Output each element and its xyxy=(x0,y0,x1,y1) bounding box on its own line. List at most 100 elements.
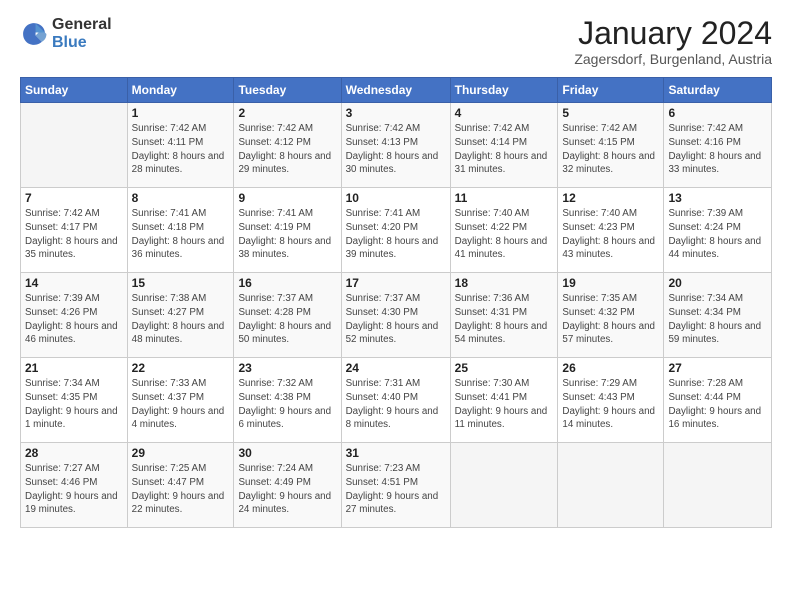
cell-day-number: 31 xyxy=(346,446,446,460)
calendar-cell: 30 Sunrise: 7:24 AMSunset: 4:49 PMDayligh… xyxy=(234,443,341,528)
weekday-header: Monday xyxy=(127,78,234,103)
cell-info: Sunrise: 7:41 AMSunset: 4:18 PMDaylight:… xyxy=(132,207,230,262)
cell-day-number: 8 xyxy=(132,191,230,205)
cell-day-number: 28 xyxy=(25,446,123,460)
cell-info: Sunrise: 7:42 AMSunset: 4:12 PMDaylight:… xyxy=(238,122,336,177)
calendar-cell xyxy=(450,443,558,528)
cell-day-number: 27 xyxy=(668,361,767,375)
calendar-week-row: 7 Sunrise: 7:42 AMSunset: 4:17 PMDaylight… xyxy=(21,188,772,273)
calendar-cell: 16Sunrise: 7:37 AMSunset: 4:28 PMDayligh… xyxy=(234,273,341,358)
cell-info: Sunrise: 7:31 AMSunset: 4:40 PMDaylight:… xyxy=(346,377,446,432)
calendar-week-row: 28 Sunrise: 7:27 AMSunset: 4:46 PMDayligh… xyxy=(21,443,772,528)
calendar-cell: 9 Sunrise: 7:41 AMSunset: 4:19 PMDaylight… xyxy=(234,188,341,273)
weekday-header: Sunday xyxy=(21,78,128,103)
calendar-cell: 13 Sunrise: 7:39 AMSunset: 4:24 PMDayligh… xyxy=(664,188,772,273)
cell-info: Sunrise: 7:30 AMSunset: 4:41 PMDaylight:… xyxy=(455,377,554,432)
calendar-cell: 4 Sunrise: 7:42 AMSunset: 4:14 PMDaylight… xyxy=(450,103,558,188)
cell-day-number: 16 xyxy=(238,276,336,290)
cell-info: Sunrise: 7:42 AMSunset: 4:13 PMDaylight:… xyxy=(346,122,446,177)
cell-info: Sunrise: 7:32 AMSunset: 4:38 PMDaylight:… xyxy=(238,377,336,432)
cell-info: Sunrise: 7:40 AMSunset: 4:22 PMDaylight:… xyxy=(455,207,554,262)
cell-day-number: 20 xyxy=(668,276,767,290)
cell-day-number: 9 xyxy=(238,191,336,205)
calendar-cell: 21Sunrise: 7:34 AMSunset: 4:35 PMDayligh… xyxy=(21,358,128,443)
calendar-cell: 1 Sunrise: 7:42 AMSunset: 4:11 PMDaylight… xyxy=(127,103,234,188)
cell-day-number: 6 xyxy=(668,106,767,120)
cell-info: Sunrise: 7:42 AMSunset: 4:15 PMDaylight:… xyxy=(562,122,659,177)
calendar-cell: 18 Sunrise: 7:36 AMSunset: 4:31 PMDayligh… xyxy=(450,273,558,358)
cell-day-number: 23 xyxy=(238,361,336,375)
logo-text: General Blue xyxy=(52,16,112,51)
logo: General Blue xyxy=(20,16,112,51)
cell-day-number: 17 xyxy=(346,276,446,290)
cell-info: Sunrise: 7:39 AMSunset: 4:24 PMDaylight:… xyxy=(668,207,767,262)
calendar-header-row: SundayMondayTuesdayWednesdayThursdayFrid… xyxy=(21,78,772,103)
calendar-cell: 14Sunrise: 7:39 AMSunset: 4:26 PMDayligh… xyxy=(21,273,128,358)
calendar-cell: 3 Sunrise: 7:42 AMSunset: 4:13 PMDaylight… xyxy=(341,103,450,188)
cell-info: Sunrise: 7:34 AMSunset: 4:35 PMDaylight:… xyxy=(25,377,123,432)
logo-blue-label: Blue xyxy=(52,34,112,52)
logo-icon xyxy=(20,20,48,48)
calendar: SundayMondayTuesdayWednesdayThursdayFrid… xyxy=(20,77,772,528)
calendar-cell xyxy=(664,443,772,528)
calendar-cell xyxy=(21,103,128,188)
cell-day-number: 22 xyxy=(132,361,230,375)
calendar-cell: 19 Sunrise: 7:35 AMSunset: 4:32 PMDayligh… xyxy=(558,273,664,358)
cell-day-number: 2 xyxy=(238,106,336,120)
calendar-cell: 22 Sunrise: 7:33 AMSunset: 4:37 PMDayligh… xyxy=(127,358,234,443)
calendar-cell: 5Sunrise: 7:42 AMSunset: 4:15 PMDaylight… xyxy=(558,103,664,188)
cell-info: Sunrise: 7:36 AMSunset: 4:31 PMDaylight:… xyxy=(455,292,554,347)
logo-general-label: General xyxy=(52,16,112,34)
calendar-cell: 8 Sunrise: 7:41 AMSunset: 4:18 PMDaylight… xyxy=(127,188,234,273)
calendar-cell: 27 Sunrise: 7:28 AMSunset: 4:44 PMDayligh… xyxy=(664,358,772,443)
cell-info: Sunrise: 7:25 AMSunset: 4:47 PMDaylight:… xyxy=(132,462,230,517)
weekday-header: Saturday xyxy=(664,78,772,103)
cell-day-number: 10 xyxy=(346,191,446,205)
cell-info: Sunrise: 7:42 AMSunset: 4:14 PMDaylight:… xyxy=(455,122,554,177)
calendar-cell: 15 Sunrise: 7:38 AMSunset: 4:27 PMDayligh… xyxy=(127,273,234,358)
main-title: January 2024 xyxy=(574,16,772,51)
cell-day-number: 25 xyxy=(455,361,554,375)
weekday-header: Thursday xyxy=(450,78,558,103)
cell-day-number: 15 xyxy=(132,276,230,290)
cell-day-number: 19 xyxy=(562,276,659,290)
subtitle: Zagersdorf, Burgenland, Austria xyxy=(574,51,772,67)
cell-info: Sunrise: 7:42 AMSunset: 4:17 PMDaylight:… xyxy=(25,207,123,262)
cell-info: Sunrise: 7:40 AMSunset: 4:23 PMDaylight:… xyxy=(562,207,659,262)
calendar-cell: 31 Sunrise: 7:23 AMSunset: 4:51 PMDayligh… xyxy=(341,443,450,528)
cell-info: Sunrise: 7:24 AMSunset: 4:49 PMDaylight:… xyxy=(238,462,336,517)
cell-day-number: 7 xyxy=(25,191,123,205)
cell-day-number: 29 xyxy=(132,446,230,460)
calendar-cell: 7 Sunrise: 7:42 AMSunset: 4:17 PMDaylight… xyxy=(21,188,128,273)
cell-info: Sunrise: 7:33 AMSunset: 4:37 PMDaylight:… xyxy=(132,377,230,432)
cell-day-number: 30 xyxy=(238,446,336,460)
cell-info: Sunrise: 7:35 AMSunset: 4:32 PMDaylight:… xyxy=(562,292,659,347)
cell-info: Sunrise: 7:37 AMSunset: 4:30 PMDaylight:… xyxy=(346,292,446,347)
calendar-cell: 10Sunrise: 7:41 AMSunset: 4:20 PMDayligh… xyxy=(341,188,450,273)
cell-info: Sunrise: 7:27 AMSunset: 4:46 PMDaylight:… xyxy=(25,462,123,517)
cell-info: Sunrise: 7:29 AMSunset: 4:43 PMDaylight:… xyxy=(562,377,659,432)
cell-day-number: 4 xyxy=(455,106,554,120)
cell-info: Sunrise: 7:42 AMSunset: 4:11 PMDaylight:… xyxy=(132,122,230,177)
calendar-cell: 28 Sunrise: 7:27 AMSunset: 4:46 PMDayligh… xyxy=(21,443,128,528)
cell-day-number: 18 xyxy=(455,276,554,290)
calendar-week-row: 1 Sunrise: 7:42 AMSunset: 4:11 PMDaylight… xyxy=(21,103,772,188)
calendar-cell: 25 Sunrise: 7:30 AMSunset: 4:41 PMDayligh… xyxy=(450,358,558,443)
cell-day-number: 26 xyxy=(562,361,659,375)
cell-day-number: 1 xyxy=(132,106,230,120)
cell-day-number: 3 xyxy=(346,106,446,120)
cell-day-number: 12 xyxy=(562,191,659,205)
cell-info: Sunrise: 7:23 AMSunset: 4:51 PMDaylight:… xyxy=(346,462,446,517)
cell-day-number: 14 xyxy=(25,276,123,290)
header: General Blue January 2024 Zagersdorf, Bu… xyxy=(20,16,772,67)
weekday-header: Friday xyxy=(558,78,664,103)
cell-info: Sunrise: 7:38 AMSunset: 4:27 PMDaylight:… xyxy=(132,292,230,347)
cell-info: Sunrise: 7:41 AMSunset: 4:19 PMDaylight:… xyxy=(238,207,336,262)
cell-info: Sunrise: 7:28 AMSunset: 4:44 PMDaylight:… xyxy=(668,377,767,432)
calendar-cell: 24Sunrise: 7:31 AMSunset: 4:40 PMDayligh… xyxy=(341,358,450,443)
cell-day-number: 13 xyxy=(668,191,767,205)
cell-info: Sunrise: 7:34 AMSunset: 4:34 PMDaylight:… xyxy=(668,292,767,347)
calendar-cell: 29 Sunrise: 7:25 AMSunset: 4:47 PMDayligh… xyxy=(127,443,234,528)
calendar-week-row: 21Sunrise: 7:34 AMSunset: 4:35 PMDayligh… xyxy=(21,358,772,443)
calendar-cell: 26 Sunrise: 7:29 AMSunset: 4:43 PMDayligh… xyxy=(558,358,664,443)
